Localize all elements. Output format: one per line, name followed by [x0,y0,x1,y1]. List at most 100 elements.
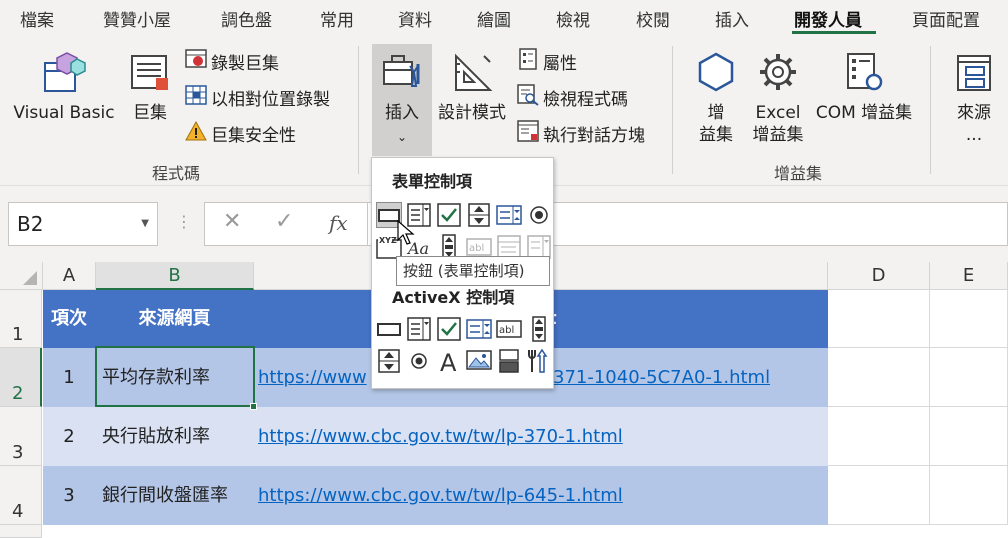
row-header-5[interactable] [0,525,42,538]
view-code-icon [517,84,539,116]
design-mode-button[interactable]: 設計模式 [436,46,508,124]
column-header-d[interactable]: D [828,262,930,290]
group-separator [672,46,673,174]
tab-insert[interactable]: 插入 [715,6,749,31]
cell-index[interactable]: 2 [43,407,96,466]
column-header-e[interactable]: E [930,262,1008,290]
row-header-1[interactable]: 1 [0,290,42,348]
active-cell-border [95,346,255,407]
run-dialog-label: 執行對話方塊 [543,126,645,146]
activex-option-button-icon[interactable] [406,348,432,374]
visual-basic-button[interactable]: Visual Basic [12,46,116,124]
form-option-button-icon[interactable] [526,202,552,228]
activex-spin-button-icon[interactable] [376,348,402,374]
tab-review[interactable]: 校閱 [636,6,670,31]
visual-basic-icon [12,46,116,98]
column-header-b[interactable]: B [96,262,254,290]
activex-image-icon[interactable] [466,348,492,374]
svg-text:abl: abl [469,243,484,254]
svg-text:abl: abl [499,325,514,336]
svg-text:XYZ: XYZ [379,236,397,245]
tab-zanzan[interactable]: 贊贊小屋 [103,6,171,31]
activex-check-box-icon[interactable] [436,316,462,342]
relative-reference-button[interactable]: 以相對位置錄製 [185,84,330,114]
header-cell-index[interactable]: 項次 [43,290,96,348]
activex-label-icon[interactable]: A [436,348,462,374]
tab-view[interactable]: 檢視 [556,6,590,31]
addins-group-label: 增益集 [774,164,823,183]
activex-scroll-bar-icon[interactable] [526,316,552,342]
xml-source-label: 來源 [957,103,991,123]
activex-list-box-icon[interactable] [466,316,492,342]
com-addins-button[interactable]: COM 增益集 [812,46,916,124]
empty-cell[interactable] [828,290,930,348]
hexagon-icon [688,46,744,98]
tab-palette[interactable]: 調色盤 [221,6,272,31]
form-list-box-icon[interactable] [496,202,522,228]
macros-icon [124,46,176,98]
drag-handle-icon[interactable]: ⋮ [176,212,192,231]
cell-url[interactable]: https://www.cbc.gov.tw/tw/lp-370-1.html [254,407,828,466]
header-cell-source[interactable]: 來源網頁 [96,290,254,348]
tab-file[interactable]: 檔案 [20,6,54,31]
empty-cell[interactable] [828,466,930,525]
active-tab-indicator [792,31,876,34]
column-header-a[interactable]: A [43,262,96,290]
cell-index[interactable]: 1 [43,348,96,407]
properties-button[interactable]: 屬性 [517,48,577,78]
activex-command-button-icon[interactable] [376,316,402,342]
tab-home[interactable]: 常用 [320,6,354,31]
form-spin-button-icon[interactable] [466,202,492,228]
insert-control-button[interactable]: 插入 ⌄ [372,44,432,156]
cell-source-name[interactable]: 央行貼放利率 [96,407,254,466]
tab-draw[interactable]: 繪圖 [477,6,511,31]
chevron-down-icon[interactable]: ▼ [141,203,149,245]
addins-button[interactable]: 增 益集 [688,46,744,146]
macro-security-button[interactable]: 巨集安全性 [185,120,296,150]
record-macro-button[interactable]: 錄製巨集 [185,48,279,78]
url-link[interactable]: https://www [258,367,367,388]
excel-addins-button[interactable]: Excel 增益集 [748,46,808,146]
empty-cell[interactable] [828,407,930,466]
activex-text-box-icon[interactable]: abl [496,316,522,342]
activex-combo-box-icon[interactable] [406,316,432,342]
row-header-2[interactable]: 2 [0,348,42,407]
empty-cell[interactable] [930,290,1008,348]
view-code-button[interactable]: 檢視程式碼 [517,84,628,114]
cell-index[interactable]: 3 [43,466,96,525]
activex-toggle-button-icon[interactable] [496,348,522,374]
cell-url[interactable]: https://www.cbc.gov.tw/tw/lp-645-1.html [254,466,828,525]
run-dialog-button[interactable]: 執行對話方塊 [517,120,645,150]
cancel-icon[interactable]: ✕ [223,209,241,234]
form-check-box-icon[interactable] [436,202,462,228]
mouse-pointer-icon [397,219,415,250]
tab-data[interactable]: 資料 [398,6,432,31]
relative-reference-label: 以相對位置錄製 [211,90,330,110]
select-all-corner[interactable] [0,262,43,290]
row-header-3[interactable]: 3 [0,407,42,466]
confirm-icon[interactable]: ✓ [275,209,293,234]
url-link[interactable]: https://www.cbc.gov.tw/tw/lp-370-1.html [258,426,623,447]
form-controls-title: 表單控制項 [392,172,473,191]
tab-page-layout[interactable]: 頁面配置 [912,6,980,31]
insert-function-icon[interactable]: fx [329,211,348,235]
empty-cell[interactable] [930,407,1008,466]
row-header-4[interactable]: 4 [0,466,42,525]
run-dialog-icon [517,120,539,152]
activex-more-controls-icon[interactable] [526,348,552,374]
url-link[interactable]: https://www.cbc.gov.tw/tw/lp-645-1.html [258,485,623,506]
empty-cell[interactable] [930,466,1008,525]
activex-controls-title: ActiveX 控制項 [392,288,515,307]
tab-developer[interactable]: 開發人員 [794,6,862,31]
macros-button[interactable]: 巨集 [124,46,176,124]
gear-icon [748,46,808,98]
empty-cell[interactable] [828,348,930,407]
url-link-tail[interactable]: 371-1040-5C7A0-1.html [553,348,770,406]
cell-source-name[interactable]: 銀行間收盤匯率 [96,466,254,525]
fill-handle[interactable] [250,403,257,410]
button-tooltip: 按鈕 (表單控制項) [396,256,550,286]
name-box[interactable]: B2 ▼ [8,202,158,246]
empty-cell[interactable] [930,348,1008,407]
design-mode-icon [436,46,508,98]
xml-source-button[interactable]: 來源 ... [950,46,998,146]
